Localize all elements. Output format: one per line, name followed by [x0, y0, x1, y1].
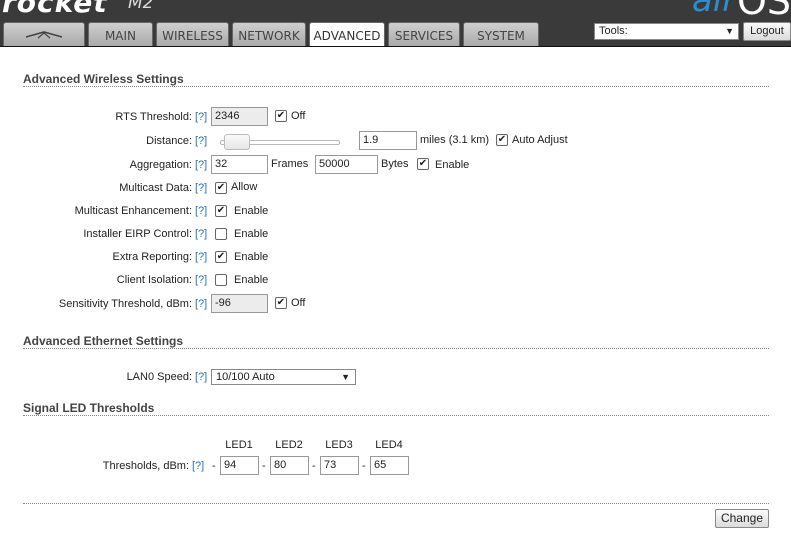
threshold-separator: -	[262, 460, 266, 472]
lan0-speed-value: 10/100 Auto	[216, 371, 275, 383]
tab-network[interactable]: NETWORK	[232, 22, 306, 46]
threshold-separator: -	[212, 460, 216, 472]
led3-threshold-input[interactable]: 73	[320, 456, 359, 475]
led2-threshold-input[interactable]: 80	[270, 456, 309, 475]
thresholds-label: Thresholds, dBm:	[102, 460, 189, 472]
rts-off-label: Off	[291, 110, 306, 122]
settings-panel: Advanced Wireless Settings RTS Threshold…	[0, 48, 791, 538]
led3-header: LED3	[325, 439, 353, 451]
frames-label: Frames	[271, 158, 309, 170]
tab-system-label: SYSTEM	[477, 29, 525, 43]
distance-help-link[interactable]: [?]	[195, 135, 207, 147]
auto-adjust-checkbox[interactable]: ✔	[496, 134, 508, 146]
distance-slider-handle[interactable]	[223, 134, 250, 150]
tab-wireless[interactable]: WIRELESS	[156, 22, 229, 46]
aggregation-enable-checkbox[interactable]: ✔	[417, 158, 429, 170]
client-isolation-enable-label: Enable	[234, 274, 269, 286]
bytes-label: Bytes	[381, 158, 409, 170]
multicast-data-label: Multicast Data:	[119, 182, 192, 194]
multicast-enhancement-help-link[interactable]: [?]	[195, 205, 207, 217]
sensitivity-off-label: Off	[291, 297, 306, 309]
extra-reporting-label: Extra Reporting:	[112, 251, 192, 263]
os-logo-suffix: OS	[737, 0, 791, 23]
led4-header: LED4	[375, 439, 403, 451]
distance-input[interactable]: 1.9	[359, 131, 417, 150]
thresholds-help-link[interactable]: [?]	[192, 460, 204, 472]
rts-off-checkbox[interactable]: ✔	[275, 110, 287, 122]
section-divider	[23, 86, 769, 87]
multicast-enhancement-label: Multicast Enhancement:	[74, 205, 192, 217]
section-title-led: Signal LED Thresholds	[23, 401, 155, 415]
tab-services-label: SERVICES	[394, 29, 454, 43]
led2-header: LED2	[275, 439, 303, 451]
client-isolation-checkbox[interactable]	[215, 274, 227, 286]
multicast-enhancement-checkbox[interactable]: ✔	[215, 205, 227, 217]
tab-services[interactable]: SERVICES	[388, 22, 460, 46]
led4-threshold-input[interactable]: 65	[370, 456, 409, 475]
section-divider	[23, 415, 769, 416]
dropdown-arrow-icon: ▼	[725, 26, 734, 36]
tab-advanced[interactable]: ADVANCED	[309, 22, 385, 46]
eirp-control-label: Installer EIRP Control:	[83, 228, 192, 240]
tab-main-label: MAIN	[104, 29, 137, 43]
aggregation-label: Aggregation:	[129, 159, 192, 171]
section-title-ethernet: Advanced Ethernet Settings	[23, 334, 184, 348]
extra-reporting-checkbox[interactable]: ✔	[215, 251, 227, 263]
multicast-help-link[interactable]: [?]	[195, 182, 207, 194]
tools-select[interactable]: Tools: ▼	[594, 23, 739, 40]
sensitivity-help-link[interactable]: [?]	[195, 298, 207, 310]
eirp-help-link[interactable]: [?]	[195, 228, 207, 240]
multicast-allow-checkbox[interactable]: ✔	[215, 182, 227, 194]
os-logo: air	[692, 0, 737, 20]
sensitivity-threshold-label: Sensitivity Threshold, dBm:	[58, 298, 192, 310]
tab-network-label: NETWORK	[238, 29, 300, 43]
aggregation-help-link[interactable]: [?]	[195, 159, 207, 171]
section-divider	[23, 348, 769, 349]
aggregation-enable-label: Enable	[435, 159, 470, 171]
change-button[interactable]: Change	[715, 509, 769, 528]
distance-label: Distance:	[146, 135, 192, 147]
distance-units: miles (3.1 km)	[420, 134, 490, 146]
eirp-enable-label: Enable	[234, 228, 269, 240]
extra-reporting-enable-label: Enable	[234, 251, 269, 263]
brand-model: M2	[128, 0, 154, 13]
led1-header: LED1	[225, 439, 253, 451]
tab-logo[interactable]	[3, 22, 85, 46]
extra-reporting-help-link[interactable]: [?]	[195, 251, 207, 263]
tab-system[interactable]: SYSTEM	[463, 22, 539, 46]
brand-logo: rocket	[2, 0, 108, 19]
multicast-allow-label: Allow	[231, 181, 258, 193]
dropdown-arrow-icon: ▼	[341, 372, 350, 382]
led1-threshold-input[interactable]: 94	[220, 456, 259, 475]
ubiquiti-logo-icon	[25, 31, 63, 39]
top-header: rocket M2 air OS MAIN WIRELESS NETWORK A…	[0, 0, 791, 47]
auto-adjust-label: Auto Adjust	[512, 134, 568, 146]
tab-main[interactable]: MAIN	[88, 22, 153, 46]
lan0-help-link[interactable]: [?]	[195, 371, 207, 383]
client-isolation-help-link[interactable]: [?]	[195, 274, 207, 286]
rts-threshold-input[interactable]: 2346	[211, 107, 268, 126]
threshold-separator: -	[362, 460, 366, 472]
threshold-separator: -	[312, 460, 316, 472]
client-isolation-label: Client Isolation:	[116, 274, 192, 286]
eirp-control-checkbox[interactable]	[215, 228, 227, 240]
section-divider	[23, 503, 769, 504]
lan0-speed-select[interactable]: 10/100 Auto ▼	[211, 369, 356, 385]
logout-button[interactable]: Logout	[743, 22, 791, 41]
aggregation-bytes-input[interactable]: 50000	[315, 155, 378, 174]
section-title-wireless: Advanced Wireless Settings	[23, 72, 184, 86]
tools-select-label: Tools:	[599, 25, 628, 37]
tab-advanced-label: ADVANCED	[313, 29, 381, 43]
rts-threshold-label: RTS Threshold:	[115, 111, 192, 123]
tab-wireless-label: WIRELESS	[162, 29, 223, 43]
multicast-enhancement-enable-label: Enable	[234, 205, 269, 217]
rts-help-link[interactable]: [?]	[195, 111, 207, 123]
sensitivity-off-checkbox[interactable]: ✔	[275, 297, 287, 309]
sensitivity-threshold-input[interactable]: -96	[211, 294, 268, 313]
lan0-speed-label: LAN0 Speed:	[126, 371, 192, 383]
aggregation-frames-input[interactable]: 32	[211, 155, 268, 174]
